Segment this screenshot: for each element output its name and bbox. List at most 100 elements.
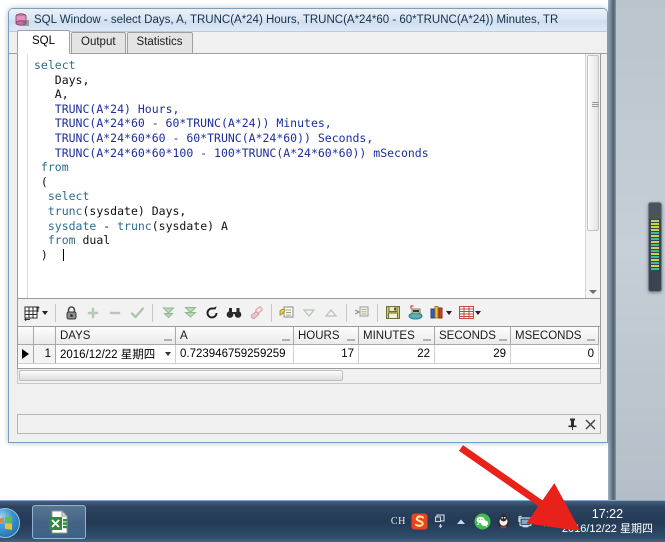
grid-corner	[18, 327, 34, 345]
column-header-label: HOURS	[298, 329, 340, 342]
sql-token: sysdate	[47, 218, 97, 233]
cell-value: 17	[341, 348, 354, 360]
sql-token: (A*24) Hours,	[89, 101, 180, 116]
sql-token: TRUNC(A*24*60 - 60*TRUNC(A*24)) Minutes,	[54, 116, 332, 131]
sql-line: TRUNC(A*24*60*60 - 60*TRUNC(A*24*60)) Se…	[34, 131, 600, 146]
editor-gutter	[18, 54, 28, 298]
tab-output[interactable]: Output	[71, 32, 126, 53]
sql-code-text[interactable]: select Days, A, TRUNC(A*24) Hours, TRUNC…	[28, 54, 600, 298]
export-button[interactable]	[404, 302, 426, 324]
start-button[interactable]	[0, 502, 22, 542]
save-button[interactable]	[382, 302, 404, 324]
sort-descending-button[interactable]	[298, 302, 320, 324]
sql-token: -	[96, 218, 118, 233]
column-resize-handle[interactable]	[164, 339, 172, 341]
language-indicator[interactable]: CH	[388, 508, 409, 536]
column-resize-handle[interactable]	[347, 339, 355, 341]
column-header-mseconds[interactable]: MSECONDS	[511, 327, 599, 345]
post-changes-button[interactable]	[126, 302, 148, 324]
sort-ascending-button[interactable]	[320, 302, 342, 324]
sql-token: TRUNC(A*24*60*60 - 60*TRUNC(A*24*60)) Se…	[54, 130, 374, 145]
grid-layout-button[interactable]	[22, 302, 44, 324]
date-picker-dropdown-icon[interactable]	[165, 352, 171, 356]
clock-time: 17:22	[591, 506, 624, 521]
copy-records-button[interactable]	[276, 302, 298, 324]
cell-a[interactable]: 0.723946759259259	[176, 345, 294, 364]
results-toolbar	[17, 299, 601, 327]
clock-date: 2016/12/22 星期四	[561, 522, 653, 535]
window-titlebar[interactable]: SQL Window - select Days, A, TRUNC(A*24)…	[9, 9, 607, 32]
tab-sql[interactable]: SQL	[17, 30, 71, 54]
ime-toolbar-icon[interactable]	[430, 508, 451, 536]
column-header-label: A	[180, 329, 188, 342]
sql-line: from	[34, 160, 600, 175]
find-button[interactable]	[223, 302, 245, 324]
sql-line: TRUNC(A*24*60 - 60*TRUNC(A*24)) Minutes,	[34, 116, 600, 131]
fetch-next-page-button[interactable]	[157, 302, 179, 324]
cell-days[interactable]: 2016/12/22 星期四	[56, 345, 176, 364]
editor-vertical-scrollbar[interactable]	[585, 54, 600, 298]
cell-value: 29	[493, 348, 506, 360]
editor-scroll-thumb[interactable]	[587, 55, 599, 231]
show-hidden-icons-icon[interactable]	[451, 508, 472, 536]
column-resize-handle[interactable]	[499, 339, 507, 341]
windows-start-orb-icon	[0, 507, 20, 538]
sql-token: select	[34, 58, 76, 72]
delete-record-button[interactable]	[104, 302, 126, 324]
sql-line: select	[34, 189, 600, 204]
fetch-last-page-button[interactable]	[179, 302, 201, 324]
gadget-header	[649, 203, 661, 219]
column-header-hours[interactable]: HOURS	[294, 327, 359, 345]
cpu-meter-gadget[interactable]	[648, 202, 662, 292]
cell-mseconds[interactable]: 0	[511, 345, 599, 364]
table-row[interactable]: 1 2016/12/22 星期四 0.723946759259259 17 22 29 0	[18, 345, 600, 364]
volume-icon[interactable]	[535, 508, 556, 536]
sql-token: TRUNC(A*24*60*60*100 - 100*TRUNC(A*24*60…	[54, 145, 429, 160]
column-header-seconds[interactable]: SECONDS	[435, 327, 511, 345]
column-resize-handle[interactable]	[282, 339, 290, 341]
sogou-ime-icon[interactable]	[409, 508, 430, 536]
sql-line: TRUNC(A*24*60*60*100 - 100*TRUNC(A*24*60…	[34, 146, 600, 161]
insert-record-button[interactable]	[82, 302, 104, 324]
cell-hours[interactable]: 17	[294, 345, 359, 364]
horizontal-scroll-thumb[interactable]	[19, 370, 343, 381]
qq-icon[interactable]	[493, 508, 514, 536]
column-resize-handle[interactable]	[423, 339, 431, 341]
taskbar-button-excel[interactable]	[32, 504, 86, 539]
scroll-down-arrow-icon[interactable]	[589, 290, 597, 294]
close-icon[interactable]	[582, 416, 598, 432]
chart-button[interactable]	[426, 302, 448, 324]
tab-statistics[interactable]: Statistics	[126, 32, 193, 53]
lock-button[interactable]	[60, 302, 82, 324]
clear-filter-button[interactable]	[245, 302, 267, 324]
sql-token: trunc	[117, 218, 152, 233]
column-header-days[interactable]: DAYS	[56, 327, 176, 345]
sql-token: (	[34, 174, 48, 189]
column-header-minutes[interactable]: MINUTES	[359, 327, 435, 345]
taskbar-clock[interactable]: 17:22 2016/12/22 星期四	[556, 507, 661, 537]
results-grid[interactable]: DAYS A HOURS MINUTES SECONDS MSECONDS 1 2016/1…	[17, 327, 601, 369]
cell-value: 0.723946759259259	[180, 348, 286, 360]
wechat-icon[interactable]	[472, 508, 493, 536]
cell-minutes[interactable]: 22	[359, 345, 435, 364]
sql-line: Days,	[34, 73, 600, 88]
sql-editor[interactable]: select Days, A, TRUNC(A*24) Hours, TRUNC…	[17, 54, 601, 299]
cell-value: 22	[417, 348, 430, 360]
grid-view-button[interactable]	[455, 302, 477, 324]
query-builder-button[interactable]	[351, 302, 373, 324]
pin-icon[interactable]	[564, 416, 580, 432]
results-horizontal-scrollbar[interactable]	[17, 369, 601, 384]
row-indicator[interactable]	[18, 345, 34, 364]
window-title: SQL Window - select Days, A, TRUNC(A*24)…	[34, 14, 559, 26]
column-resize-handle[interactable]	[587, 339, 595, 341]
cell-seconds[interactable]: 29	[435, 345, 511, 364]
grid-rownum-header	[34, 327, 56, 345]
sql-token: from	[34, 160, 69, 175]
column-header-a[interactable]: A	[176, 327, 294, 345]
network-icon[interactable]	[514, 508, 535, 536]
sql-token: from	[47, 233, 76, 248]
refresh-button[interactable]	[201, 302, 223, 324]
